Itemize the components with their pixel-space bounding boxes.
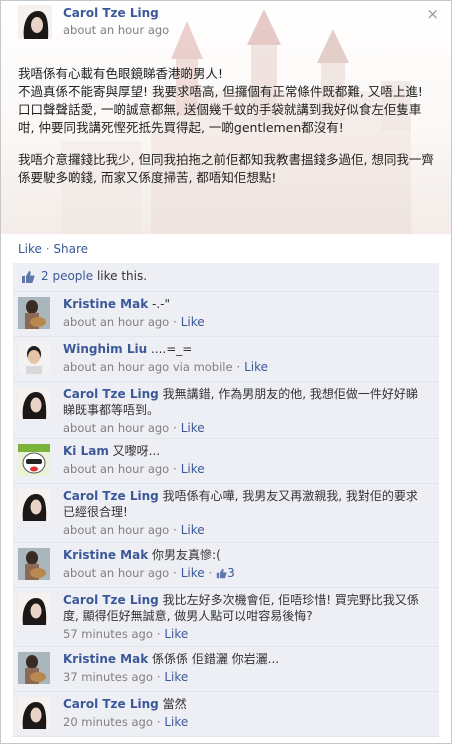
comment-item: Kristine Mak 係係係 佢錯灑 你岩灑... 37 minutes a… bbox=[13, 647, 439, 692]
comment-text: 係係係 佢錯灑 你岩灑... bbox=[152, 652, 280, 666]
comment-author[interactable]: Kristine Mak bbox=[63, 297, 148, 311]
commenter-avatar-boy[interactable] bbox=[18, 342, 50, 374]
comment-text: ....=_= bbox=[150, 342, 193, 356]
separator: · bbox=[173, 315, 177, 329]
comment-text: 當然 bbox=[162, 697, 187, 711]
separator: · bbox=[156, 627, 161, 641]
comment-time[interactable]: about an hour ago via mobile bbox=[63, 360, 233, 374]
post-body: 我唔係有心載有色眼鏡睇香港啲男人! 不過真係不能寄與厚望! 我要求唔高, 但攞個… bbox=[18, 65, 436, 201]
comment-item: Carol Tze Ling 我無講錯, 作為男朋友的他, 我想佢做一件好好睇睇… bbox=[13, 382, 439, 439]
commenter-avatar-dark-hair[interactable] bbox=[18, 387, 50, 419]
comment-like-link[interactable]: Like bbox=[181, 462, 205, 476]
comment-author[interactable]: Winghim Liu bbox=[63, 342, 147, 356]
comment-time[interactable]: about an hour ago bbox=[63, 523, 169, 537]
comment-item: Carol Tze Ling 我唔係有心嘩, 我男友又再激親我, 我對佢的要求已… bbox=[13, 484, 439, 543]
separator: · bbox=[173, 421, 177, 435]
comment-text: 你男友真慘:( bbox=[152, 548, 221, 562]
comment-like-link[interactable]: Like bbox=[164, 627, 188, 641]
commenter-avatar-guitar[interactable] bbox=[18, 297, 50, 329]
post-actions: Like · Share bbox=[18, 242, 88, 256]
comment-like-count[interactable]: 3 bbox=[227, 566, 235, 580]
share-link[interactable]: Share bbox=[53, 242, 88, 256]
commenter-avatar-guitar[interactable] bbox=[18, 652, 50, 684]
separator: · bbox=[156, 715, 161, 729]
comment-item: Kristine Mak 你男友真慘:( about an hour ago ·… bbox=[13, 543, 439, 588]
post-author-name[interactable]: Carol Tze Ling bbox=[63, 6, 159, 20]
comment-text: 又嚟呀... bbox=[112, 444, 161, 458]
status-post: Carol Tze Ling about an hour ago × 我唔係有心… bbox=[1, 1, 451, 234]
separator: · bbox=[173, 566, 177, 580]
comment-like-link[interactable]: Like bbox=[181, 523, 205, 537]
comment-like-link[interactable]: Like bbox=[181, 566, 205, 580]
separator: · bbox=[156, 670, 161, 684]
post-timestamp[interactable]: about an hour ago bbox=[63, 23, 169, 37]
commenter-avatar-guitar[interactable] bbox=[18, 548, 50, 580]
separator: · bbox=[173, 462, 177, 476]
comment-like-link[interactable]: Like bbox=[244, 360, 268, 374]
thumbs-up-icon bbox=[216, 568, 227, 579]
likes-bar: 2 people like this. bbox=[13, 263, 439, 292]
post-author-avatar[interactable] bbox=[18, 5, 52, 39]
likers-link[interactable]: 2 people bbox=[41, 269, 93, 283]
comment-author[interactable]: Carol Tze Ling bbox=[63, 489, 159, 503]
commenter-avatar-dark-hair[interactable] bbox=[18, 697, 50, 729]
like-link[interactable]: Like bbox=[18, 242, 42, 256]
comment-time[interactable]: about an hour ago bbox=[63, 315, 169, 329]
commenter-avatar-dark-hair[interactable] bbox=[18, 593, 50, 625]
comment-like-link[interactable]: Like bbox=[181, 315, 205, 329]
comment-text: -.-" bbox=[152, 297, 171, 311]
comment-author[interactable]: Carol Tze Ling bbox=[63, 593, 159, 607]
comment-time[interactable]: about an hour ago bbox=[63, 462, 169, 476]
post-paragraph-1: 我唔係有心載有色眼鏡睇香港啲男人! 不過真係不能寄與厚望! 我要求唔高, 但攞個… bbox=[18, 66, 423, 135]
likes-suffix: like this. bbox=[93, 269, 148, 283]
comment-time[interactable]: 57 minutes ago bbox=[63, 627, 153, 641]
facebook-post-window: Carol Tze Ling about an hour ago × 我唔係有心… bbox=[0, 0, 452, 744]
comment-author[interactable]: Kristine Mak bbox=[63, 548, 148, 562]
comment-item: Winghim Liu ....=_= about an hour ago vi… bbox=[13, 337, 439, 382]
comment-like-link[interactable]: Like bbox=[164, 670, 188, 684]
commenter-avatar-cartoon[interactable] bbox=[18, 444, 50, 476]
comment-item: Carol Tze Ling 當然 20 minutes ago · Like bbox=[13, 692, 439, 737]
separator: · bbox=[173, 523, 177, 537]
thumbs-up-icon bbox=[22, 271, 35, 283]
comment-like-link[interactable]: Like bbox=[181, 421, 205, 435]
commenter-avatar-dark-hair[interactable] bbox=[18, 489, 50, 521]
comment-item: Ki Lam 又嚟呀... about an hour ago · Like bbox=[13, 439, 439, 484]
comment-like-link[interactable]: Like bbox=[164, 715, 188, 729]
separator: · bbox=[208, 566, 213, 580]
comment-item: Kristine Mak -.-" about an hour ago · Li… bbox=[13, 292, 439, 337]
comment-time[interactable]: about an hour ago bbox=[63, 421, 169, 435]
comment-time[interactable]: about an hour ago bbox=[63, 566, 169, 580]
comment-item: Carol Tze Ling 我比左好多次機會佢, 佢唔珍惜! 買完野比我又係度… bbox=[13, 588, 439, 647]
post-paragraph-2: 我唔介意攞錢比我少, 但同我拍拖之前佢都知我教書搵錢多過佢, 想同我一齊係要駛多… bbox=[18, 152, 434, 185]
comment-author[interactable]: Ki Lam bbox=[63, 444, 109, 458]
close-icon[interactable]: × bbox=[426, 5, 439, 23]
comment-time[interactable]: 20 minutes ago bbox=[63, 715, 153, 729]
comment-author[interactable]: Kristine Mak bbox=[63, 652, 148, 666]
comment-author[interactable]: Carol Tze Ling bbox=[63, 697, 159, 711]
comment-author[interactable]: Carol Tze Ling bbox=[63, 387, 159, 401]
comment-time[interactable]: 37 minutes ago bbox=[63, 670, 153, 684]
separator: · bbox=[236, 360, 241, 374]
separator: · bbox=[45, 242, 50, 256]
